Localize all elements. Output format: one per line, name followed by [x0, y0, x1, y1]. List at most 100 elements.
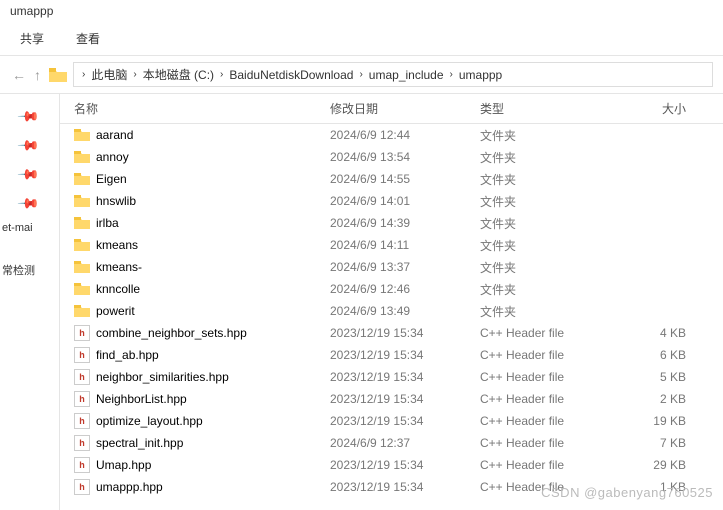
file-type: 文件夹: [480, 193, 626, 210]
file-type: C++ Header file: [480, 436, 626, 450]
column-headers: 名称 修改日期 类型 大小: [60, 94, 723, 124]
file-name: combine_neighbor_sets.hpp: [96, 326, 247, 340]
file-date: 2024/6/9 13:54: [330, 150, 480, 164]
file-date: 2024/6/9 13:37: [330, 260, 480, 274]
file-size: 19 KB: [626, 414, 706, 428]
sidebar-item[interactable]: 常检测: [0, 258, 59, 282]
file-list: 名称 修改日期 类型 大小 aarand2024/6/9 12:44文件夹ann…: [60, 94, 723, 510]
breadcrumb-item[interactable]: umappp: [459, 68, 502, 82]
table-row[interactable]: h combine_neighbor_sets.hpp 2023/12/19 15:…: [60, 322, 723, 344]
nav-back-icon[interactable]: ←: [10, 67, 28, 83]
file-date: 2023/12/19 15:34: [330, 414, 480, 428]
table-row[interactable]: h optimize_layout.hpp 2023/12/19 15:34C++ …: [60, 410, 723, 432]
file-type: C++ Header file: [480, 458, 626, 472]
table-row[interactable]: Eigen2024/6/9 14:55文件夹: [60, 168, 723, 190]
folder-icon: [74, 171, 90, 187]
file-date: 2024/6/9 14:11: [330, 238, 480, 252]
folder-icon: [74, 215, 90, 231]
file-type: 文件夹: [480, 149, 626, 166]
file-name: Eigen: [96, 172, 127, 186]
file-name: optimize_layout.hpp: [96, 414, 203, 428]
hpp-file-icon: h: [74, 413, 90, 429]
table-row[interactable]: annoy 2024/6/9 13:54文件夹: [60, 146, 723, 168]
folder-icon: [74, 193, 90, 209]
file-type: 文件夹: [480, 215, 626, 232]
file-size: 6 KB: [626, 348, 706, 362]
file-name: aarand: [96, 128, 133, 142]
folder-icon: [74, 237, 90, 253]
breadcrumb-item[interactable]: 此电脑: [91, 66, 127, 83]
hpp-file-icon: h: [74, 325, 90, 341]
file-date: 2024/6/9 12:37: [330, 436, 480, 450]
header-name[interactable]: 名称: [74, 100, 330, 117]
breadcrumb-item[interactable]: umap_include: [369, 68, 444, 82]
breadcrumb-item[interactable]: BaiduNetdiskDownload: [229, 68, 353, 82]
tab-share[interactable]: 共享: [16, 28, 48, 49]
table-row[interactable]: aarand 2024/6/9 12:44文件夹: [60, 124, 723, 146]
hpp-file-icon: h: [74, 391, 90, 407]
table-row[interactable]: knncolle2024/6/9 12:46文件夹: [60, 278, 723, 300]
file-name: NeighborList.hpp: [96, 392, 187, 406]
file-size: 2 KB: [626, 392, 706, 406]
folder-icon: [49, 68, 67, 82]
file-type: C++ Header file: [480, 414, 626, 428]
file-name: find_ab.hpp: [96, 348, 159, 362]
table-row[interactable]: irlba2024/6/9 14:39文件夹: [60, 212, 723, 234]
file-date: 2024/6/9 14:01: [330, 194, 480, 208]
file-name: spectral_init.hpp: [96, 436, 183, 450]
file-type: 文件夹: [480, 303, 626, 320]
nav-up-icon[interactable]: ↑: [32, 67, 43, 83]
breadcrumb-item[interactable]: 本地磁盘 (C:): [143, 66, 214, 83]
breadcrumb[interactable]: › 此电脑 › 本地磁盘 (C:) › BaiduNetdiskDownload…: [73, 62, 713, 87]
file-type: C++ Header file: [480, 348, 626, 362]
file-name: umappp.hpp: [96, 480, 163, 494]
hpp-file-icon: h: [74, 347, 90, 363]
table-row[interactable]: powerit2024/6/9 13:49文件夹: [60, 300, 723, 322]
file-date: 2024/6/9 13:49: [330, 304, 480, 318]
table-row[interactable]: h spectral_init.hpp 2024/6/9 12:37C++ Head…: [60, 432, 723, 454]
table-row[interactable]: kmeans2024/6/9 14:11文件夹: [60, 234, 723, 256]
file-type: 文件夹: [480, 127, 626, 144]
table-row[interactable]: hnswlib 2024/6/9 14:01文件夹: [60, 190, 723, 212]
chevron-right-icon: ›: [218, 69, 225, 80]
chevron-right-icon: ›: [448, 69, 455, 80]
hpp-file-icon: h: [74, 435, 90, 451]
file-date: 2023/12/19 15:34: [330, 480, 480, 494]
table-row[interactable]: h NeighborList.hpp 2023/12/19 15:34C++ Hea…: [60, 388, 723, 410]
header-date[interactable]: 修改日期: [330, 100, 480, 117]
table-row[interactable]: hUmap.hpp2023/12/19 15:34C++ Header file…: [60, 454, 723, 476]
file-name: kmeans: [96, 238, 138, 252]
file-type: C++ Header file: [480, 392, 626, 406]
file-name: neighbor_similarities.hpp: [96, 370, 229, 384]
file-type: C++ Header file: [480, 370, 626, 384]
file-type: 文件夹: [480, 281, 626, 298]
file-name: knncolle: [96, 282, 140, 296]
folder-icon: [74, 281, 90, 297]
file-type: C++ Header file: [480, 326, 626, 340]
file-size: 29 KB: [626, 458, 706, 472]
chevron-right-icon: ›: [357, 69, 364, 80]
file-date: 2024/6/9 14:39: [330, 216, 480, 230]
tab-view[interactable]: 查看: [72, 28, 104, 49]
file-size: 1 KB: [626, 480, 706, 494]
header-type[interactable]: 类型: [480, 100, 626, 117]
folder-icon: [74, 259, 90, 275]
file-date: 2023/12/19 15:34: [330, 392, 480, 406]
file-name: annoy: [96, 150, 129, 164]
file-type: 文件夹: [480, 259, 626, 276]
file-date: 2023/12/19 15:34: [330, 370, 480, 384]
sidebar: 📌 📌 📌 📌 et-mai 常检测: [0, 94, 60, 510]
hpp-file-icon: h: [74, 479, 90, 495]
table-row[interactable]: humappp.hpp2023/12/19 15:34C++ Header fi…: [60, 476, 723, 498]
file-date: 2023/12/19 15:34: [330, 326, 480, 340]
table-row[interactable]: hfind_ab.hpp2023/12/19 15:34C++ Header f…: [60, 344, 723, 366]
file-name: Umap.hpp: [96, 458, 151, 472]
table-row[interactable]: hneighbor_similarities.hpp2023/12/19 15:…: [60, 366, 723, 388]
file-date: 2024/6/9 12:44: [330, 128, 480, 142]
file-date: 2023/12/19 15:34: [330, 458, 480, 472]
table-row[interactable]: kmeans-2024/6/9 13:37文件夹: [60, 256, 723, 278]
chevron-right-icon: ›: [131, 69, 138, 80]
chevron-right-icon: ›: [80, 69, 87, 80]
header-size[interactable]: 大小: [626, 100, 706, 117]
file-name: hnswlib: [96, 194, 136, 208]
